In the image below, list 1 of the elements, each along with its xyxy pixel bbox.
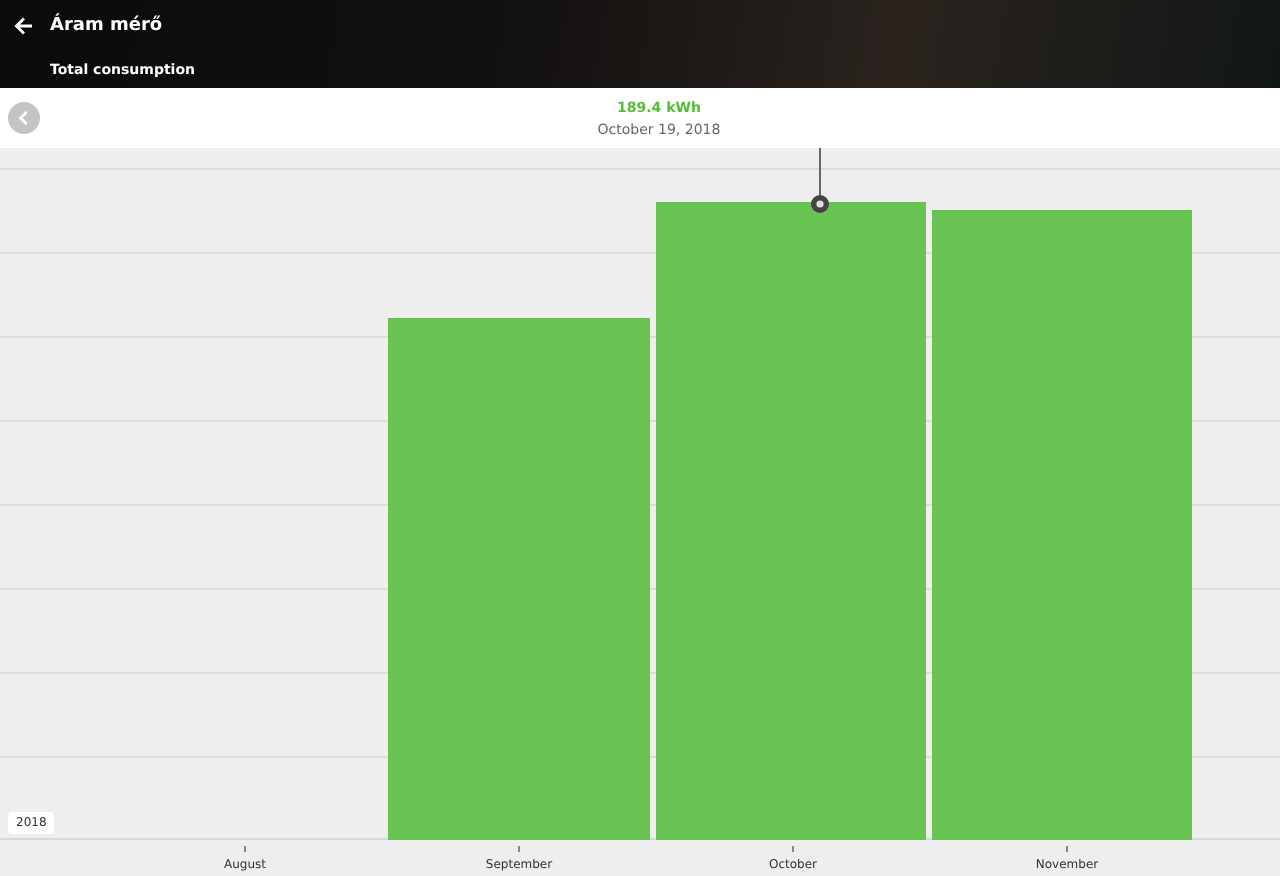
page-title: Áram mérő bbox=[50, 16, 163, 36]
